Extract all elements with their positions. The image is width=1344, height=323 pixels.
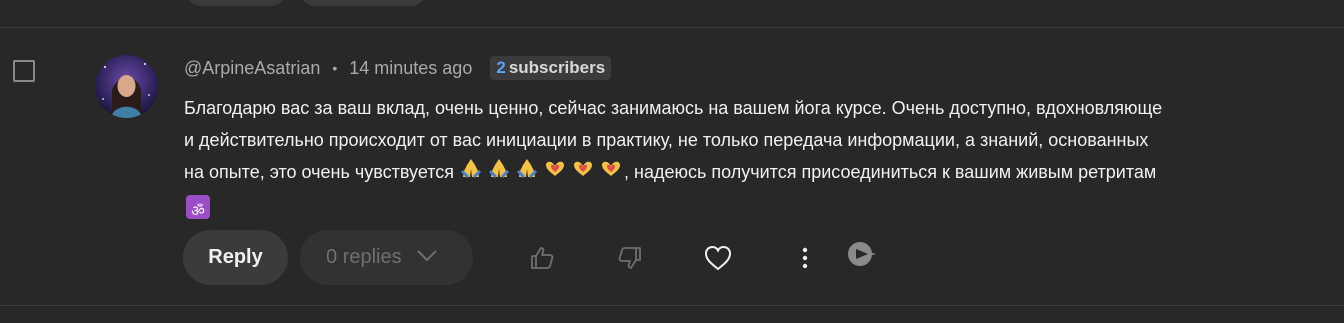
reply-button[interactable]: Reply xyxy=(183,230,288,285)
pray-emoji xyxy=(488,157,510,189)
heart-hands-emoji xyxy=(572,157,594,189)
comment-line: на опыте, это очень чувствуется , надеюс… xyxy=(184,156,1324,189)
more-vert-icon[interactable] xyxy=(787,240,823,276)
previous-reply-button[interactable] xyxy=(186,0,286,6)
comment-line: ॐ xyxy=(184,189,1324,221)
chevron-down-icon xyxy=(416,246,438,269)
heart-hands-emoji xyxy=(544,157,566,189)
heart-icon[interactable] xyxy=(700,240,736,276)
comment-time[interactable]: 14 minutes ago xyxy=(349,58,472,79)
pray-emoji xyxy=(460,157,482,189)
subscriber-label: subscribers xyxy=(508,58,606,77)
avatar[interactable] xyxy=(95,55,158,118)
select-checkbox[interactable] xyxy=(13,60,35,82)
divider-top xyxy=(0,27,1344,28)
comment-text: Благодарю вас за ваш вклад, очень ценно,… xyxy=(184,92,1324,221)
meta-separator: • xyxy=(332,60,338,76)
om-emoji: ॐ xyxy=(186,194,210,220)
comment-line: и действительно происходит от вас инициа… xyxy=(184,130,1149,150)
subscriber-count: 2 xyxy=(496,58,506,77)
subscribers-badge: 2 subscribers xyxy=(490,56,612,80)
extension-icon[interactable] xyxy=(844,236,880,272)
heart-hands-emoji xyxy=(600,157,622,189)
pray-emoji xyxy=(516,157,538,189)
replies-button[interactable]: 0 replies xyxy=(300,230,473,285)
previous-replies-button[interactable] xyxy=(300,0,426,6)
comment-line-part: на опыте, это очень чувствуется xyxy=(184,162,455,182)
comment-meta: @ArpineAsatrian • 14 minutes ago 2 subsc… xyxy=(184,56,612,80)
replies-label: 0 replies xyxy=(326,246,402,268)
comment-line: Благодарю вас за ваш вклад, очень ценно,… xyxy=(184,98,1163,118)
thumbs-down-icon[interactable] xyxy=(612,240,648,276)
emoji-group xyxy=(460,157,622,189)
comment-line-part: , надеюсь получится присоединиться к ваш… xyxy=(624,162,1157,182)
divider-bottom xyxy=(0,305,1344,306)
author-name[interactable]: @ArpineAsatrian xyxy=(184,58,320,79)
thumbs-up-icon[interactable] xyxy=(524,240,560,276)
